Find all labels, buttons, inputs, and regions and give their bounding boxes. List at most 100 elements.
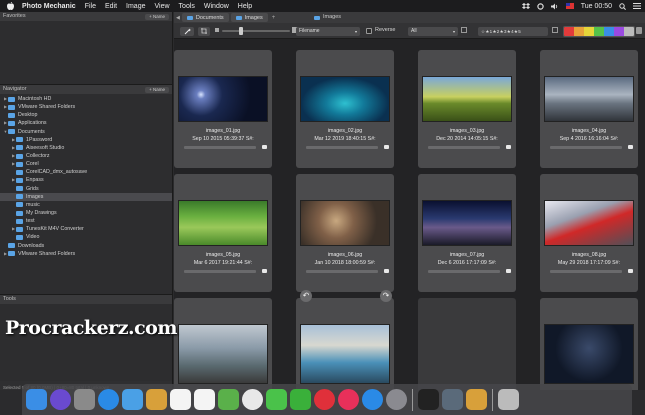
tab-images[interactable]: Images bbox=[230, 13, 268, 22]
folder-item[interactable]: Video bbox=[0, 233, 172, 241]
siri-icon[interactable] bbox=[50, 389, 71, 410]
color-purple[interactable] bbox=[614, 26, 624, 36]
menu-image[interactable]: Image bbox=[126, 3, 145, 10]
rating-filter[interactable]: ☆★1★2★3★4★5 bbox=[478, 26, 548, 36]
folder-item[interactable]: Grids bbox=[0, 185, 172, 193]
tag-checkbox[interactable] bbox=[384, 269, 389, 273]
menu-tools[interactable]: Tools bbox=[179, 3, 195, 10]
calendar-icon[interactable] bbox=[170, 389, 191, 410]
slider-knob[interactable] bbox=[239, 27, 243, 35]
folder-item[interactable]: ▶ Enpass bbox=[0, 176, 172, 184]
photo-thumbnail[interactable] bbox=[300, 200, 390, 246]
system-preferences-icon[interactable] bbox=[386, 389, 407, 410]
menu-view[interactable]: View bbox=[155, 3, 170, 10]
app-store-icon[interactable] bbox=[362, 389, 383, 410]
color-yellow[interactable] bbox=[584, 26, 594, 36]
thumbnail-cell[interactable]: images_04.jpg Sep 4 2016 16:16:04 S#: bbox=[540, 50, 638, 168]
folder-item[interactable]: ▶ TunesKit M4V Converter bbox=[0, 225, 172, 233]
photo-thumbnail[interactable] bbox=[422, 200, 512, 246]
menu-window[interactable]: Window bbox=[204, 3, 229, 10]
rating-edit-icon[interactable] bbox=[552, 27, 558, 33]
filter-edit-icon[interactable] bbox=[461, 27, 467, 33]
crop-button[interactable] bbox=[198, 26, 210, 36]
maps-icon[interactable] bbox=[218, 389, 239, 410]
folder-item[interactable]: ▶ Aiseesoft Studio bbox=[0, 144, 172, 152]
color-green[interactable] bbox=[594, 26, 604, 36]
thumbnail-cell[interactable]: images_08.jpg May 29 2018 17:17:09 S#: bbox=[540, 174, 638, 292]
launchpad-icon[interactable] bbox=[74, 389, 95, 410]
finder-icon[interactable] bbox=[26, 389, 47, 410]
volume-icon[interactable] bbox=[550, 3, 559, 10]
photo-thumbnail[interactable] bbox=[178, 76, 268, 122]
add-tab-button[interactable]: + bbox=[272, 15, 276, 21]
thumbnail-cell[interactable] bbox=[540, 298, 638, 390]
rating-stars[interactable] bbox=[428, 146, 500, 149]
folder-item[interactable]: CorelCAD_dmx_autosave bbox=[0, 168, 172, 176]
photo-thumbnail[interactable] bbox=[178, 324, 268, 384]
favorites-add-button[interactable]: + Name bbox=[145, 13, 169, 20]
photo-thumbnail[interactable] bbox=[178, 200, 268, 246]
notes-icon[interactable] bbox=[146, 389, 167, 410]
tag-checkbox[interactable] bbox=[628, 269, 633, 273]
photo-thumbnail[interactable] bbox=[300, 76, 390, 122]
thumbnail-cell[interactable]: images_07.jpg Dec 6 2016 17:17:09 S#: bbox=[418, 174, 516, 292]
view-mode-button[interactable] bbox=[180, 26, 194, 36]
folder-item[interactable]: ▶ Collectorz bbox=[0, 152, 172, 160]
folder-item[interactable]: ▶ Macintosh HD bbox=[0, 95, 172, 103]
sort-select[interactable]: Filename ▾ bbox=[296, 26, 360, 36]
tab-nav-icon[interactable]: ◀ bbox=[176, 15, 180, 21]
photo-mechanic-icon[interactable] bbox=[442, 389, 463, 410]
messages-icon[interactable] bbox=[266, 389, 287, 410]
photo-thumbnail[interactable] bbox=[544, 76, 634, 122]
rotate-left-icon[interactable]: ↶ bbox=[300, 290, 312, 302]
color-blue[interactable] bbox=[604, 26, 614, 36]
flag-icon[interactable] bbox=[565, 3, 574, 9]
folder-item[interactable]: ▼ Documents bbox=[0, 128, 172, 136]
thumbnail-cell[interactable] bbox=[296, 298, 394, 390]
tag-checkbox[interactable] bbox=[384, 145, 389, 149]
mail-icon[interactable] bbox=[122, 389, 143, 410]
reverse-checkbox[interactable] bbox=[366, 28, 372, 34]
tab-documents[interactable]: Documents bbox=[181, 13, 229, 22]
notification-center-icon[interactable] bbox=[633, 3, 641, 9]
menu-edit[interactable]: Edit bbox=[105, 3, 117, 10]
rotate-right-icon[interactable]: ↷ bbox=[380, 290, 392, 302]
apple-icon[interactable] bbox=[6, 2, 14, 10]
menu-file[interactable]: File bbox=[85, 3, 96, 10]
tag-checkbox[interactable] bbox=[262, 145, 267, 149]
rating-stars[interactable] bbox=[306, 146, 378, 149]
rating-stars[interactable] bbox=[184, 146, 256, 149]
tag-checkbox[interactable] bbox=[628, 145, 633, 149]
thumbnail-cell[interactable]: images_03.jpg Dec 20 2014 14:05:15 S#: bbox=[418, 50, 516, 168]
search-icon[interactable] bbox=[619, 2, 626, 10]
color-red[interactable] bbox=[564, 26, 574, 36]
folder-item[interactable]: ▶ Applications bbox=[0, 119, 172, 127]
tag-checkbox[interactable] bbox=[506, 145, 511, 149]
thumbnail-cell[interactable]: images_02.jpg Mar 12 2019 18:40:15 S#: bbox=[296, 50, 394, 168]
folder-item[interactable]: test bbox=[0, 217, 172, 225]
rating-stars[interactable] bbox=[550, 146, 622, 149]
folder-item[interactable]: Downloads bbox=[0, 242, 172, 250]
photo-thumbnail[interactable] bbox=[544, 200, 634, 246]
news-icon[interactable] bbox=[314, 389, 335, 410]
rating-stars[interactable] bbox=[550, 270, 622, 273]
folder-item[interactable]: music bbox=[0, 201, 172, 209]
color-class-filter[interactable] bbox=[563, 25, 635, 37]
thumbnail-cell[interactable] bbox=[418, 298, 516, 390]
folder-item[interactable]: ▶ VMware Shared Folders bbox=[0, 250, 172, 258]
folder-item[interactable]: My Drawings bbox=[0, 209, 172, 217]
rating-stars[interactable] bbox=[306, 270, 378, 273]
menu-clock[interactable]: Tue 00:50 bbox=[581, 3, 612, 10]
thumbnail-cell[interactable] bbox=[174, 298, 272, 390]
trash-icon[interactable] bbox=[498, 389, 519, 410]
folder-item[interactable]: ▶ VMware Shared Folders bbox=[0, 103, 172, 111]
tag-checkbox[interactable] bbox=[506, 269, 511, 273]
music-icon[interactable] bbox=[338, 389, 359, 410]
thumbnail-cell[interactable]: images_01.jpg Sep 10 2015 05:39:37 S#: bbox=[174, 50, 272, 168]
thumbnail-cell[interactable]: images_05.jpg Mar 6 2017 19:21:44 S#: bbox=[174, 174, 272, 292]
filter-select[interactable]: All ▾ bbox=[408, 26, 458, 36]
folder-item[interactable]: ▶ 1Password bbox=[0, 136, 172, 144]
color-gray[interactable] bbox=[624, 26, 634, 36]
facetime-icon[interactable] bbox=[290, 389, 311, 410]
photo-thumbnail[interactable] bbox=[544, 324, 634, 384]
